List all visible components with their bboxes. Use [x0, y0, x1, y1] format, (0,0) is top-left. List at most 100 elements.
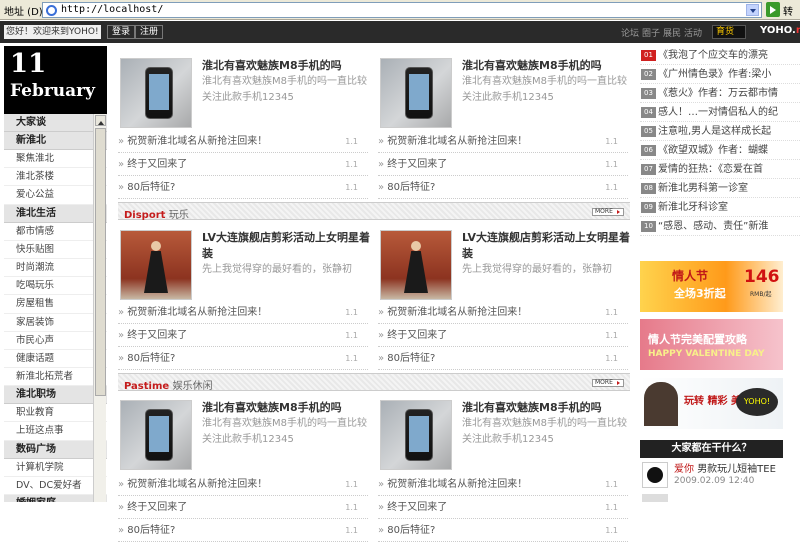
user-avatar[interactable]	[642, 462, 668, 488]
link-text[interactable]: 80后特征?	[127, 353, 175, 364]
nav-item[interactable]: 聚焦淮北	[4, 150, 107, 169]
nav-item[interactable]: 都市情感	[4, 223, 107, 241]
link-text[interactable]: 祝贺新淮北域名从新抢注回来！	[127, 307, 267, 318]
article-title[interactable]: 淮北有喜欢魅族M8手机的吗	[202, 58, 372, 74]
link-item[interactable]: » 祝贺新淮北域名从新抢注回来！ 1.1	[378, 302, 628, 324]
nav-section-header[interactable]: 淮北生活	[4, 204, 107, 223]
dress-thumbnail[interactable]	[380, 230, 452, 300]
phone-thumbnail[interactable]	[120, 58, 192, 128]
nav-item[interactable]: 健康话题	[4, 350, 107, 369]
article-title[interactable]: LV大连旗舰店剪彩活动上女明星着装	[462, 230, 632, 262]
address-dropdown-button[interactable]	[746, 4, 759, 16]
site-logo[interactable]: YOHO.r	[760, 25, 800, 36]
link-text[interactable]: 80后特征?	[387, 525, 435, 536]
rank-title[interactable]: 新淮北男科第一诊室	[658, 183, 748, 194]
link-item[interactable]: » 终于又回来了 1.1	[378, 497, 628, 519]
valentine-sale-banner[interactable]: 情人节 全场3折起 146 RMB/起	[640, 261, 783, 312]
link-item[interactable]: » 终于又回来了 1.1	[378, 325, 628, 347]
link-item[interactable]: » 终于又回来了 1.1	[118, 325, 368, 347]
nav-section-header[interactable]: 大家谈	[4, 114, 107, 132]
nav-item[interactable]: 家居装饰	[4, 314, 107, 332]
rank-title[interactable]: 爱情的狂热：《恋爱在首	[658, 164, 763, 175]
rank-item[interactable]: 05 注意啦,男人是这样成长起	[640, 122, 800, 141]
scroll-thumb[interactable]	[95, 128, 106, 396]
link-item[interactable]: » 80后特征? 1.1	[378, 177, 628, 199]
link-item[interactable]: » 祝贺新淮北域名从新抢注回来！ 1.1	[118, 302, 368, 324]
next-avatar[interactable]	[642, 494, 668, 502]
link-item[interactable]: » 祝贺新淮北域名从新抢注回来！ 1.1	[118, 131, 368, 153]
nav-item[interactable]: 淮北茶楼	[4, 168, 107, 187]
rank-title[interactable]: 《惹火》作者：万云都市情	[658, 88, 778, 99]
link-item[interactable]: » 祝贺新淮北域名从新抢注回来！ 1.1	[378, 131, 628, 153]
sidebar-scrollbar[interactable]	[93, 114, 106, 502]
rank-item[interactable]: 01 《我泡了个应交车的漂亮	[640, 46, 800, 65]
article-title[interactable]: LV大连旗舰店剪彩活动上女明星着装	[202, 230, 372, 262]
rank-item[interactable]: 03 《惹火》作者：万云都市情	[640, 84, 800, 103]
nav-section-header[interactable]: 淮北职场	[4, 386, 107, 405]
register-button[interactable]: 注册	[135, 25, 164, 39]
nav-section-header[interactable]: 数码广场	[4, 440, 107, 459]
link-item[interactable]: » 80后特征? 1.1	[378, 348, 628, 370]
link-item[interactable]: » 祝贺新淮北域名从新抢注回来！ 1.1	[378, 474, 628, 496]
scroll-up-icon[interactable]	[95, 115, 106, 126]
link-text[interactable]: 终于又回来了	[387, 502, 447, 513]
link-text[interactable]: 终于又回来了	[387, 159, 447, 170]
rank-item[interactable]: 04 感人！…一对情侣私人的纪	[640, 103, 800, 122]
nav-section-header[interactable]: 婚姻家庭	[4, 495, 107, 502]
rank-item[interactable]: 10 “感恩、感动、责任”新淮	[640, 217, 800, 236]
phone-thumbnail[interactable]	[380, 400, 452, 470]
rank-item[interactable]: 06 《欲望双城》作者：蝴蝶	[640, 141, 800, 160]
login-button[interactable]: 登录	[107, 25, 136, 39]
link-text[interactable]: 祝贺新淮北域名从新抢注回来！	[387, 307, 527, 318]
rank-title[interactable]: 注意啦,男人是这样成长起	[658, 126, 771, 137]
article-title[interactable]: 淮北有喜欢魅族M8手机的吗	[462, 400, 632, 416]
nav-section-header[interactable]: 新淮北	[4, 132, 107, 150]
nav-item[interactable]: 市民心声	[4, 332, 107, 350]
shop-button[interactable]: 育货	[712, 25, 746, 39]
top-link-people[interactable]: 展民	[663, 29, 681, 39]
rank-item[interactable]: 07 爱情的狂热：《恋爱在首	[640, 160, 800, 179]
nav-item[interactable]: 上班这点事	[4, 422, 107, 441]
link-text[interactable]: 终于又回来了	[127, 159, 187, 170]
link-item[interactable]: » 终于又回来了 1.1	[118, 154, 368, 176]
link-text[interactable]: 80后特征?	[127, 182, 175, 193]
nav-item[interactable]: 计算机学院	[4, 459, 107, 477]
rank-title[interactable]: 《我泡了个应交车的漂亮	[658, 50, 768, 61]
link-text[interactable]: 终于又回来了	[387, 330, 447, 341]
rank-item[interactable]: 08 新淮北男科第一诊室	[640, 179, 800, 198]
top-link-forum[interactable]: 论坛	[621, 29, 639, 39]
article-title[interactable]: 淮北有喜欢魅族M8手机的吗	[462, 58, 632, 74]
activity-item[interactable]: 爱你 男款玩儿短袖TEE 2009.02.09 12:40	[640, 458, 800, 502]
more-button[interactable]: MORE	[592, 208, 624, 216]
top-link-events[interactable]: 活动	[684, 29, 702, 39]
phone-thumbnail[interactable]	[120, 400, 192, 470]
link-text[interactable]: 终于又回来了	[127, 330, 187, 341]
go-arrow-icon[interactable]	[766, 2, 780, 17]
nav-item[interactable]: 爱心公益	[4, 186, 107, 205]
link-text[interactable]: 80后特征?	[387, 353, 435, 364]
article-title[interactable]: 淮北有喜欢魅族M8手机的吗	[202, 400, 372, 416]
url-input[interactable]: http://localhost/	[42, 2, 762, 18]
rank-item[interactable]: 09 新淮北牙科诊室	[640, 198, 800, 217]
rank-item[interactable]: 02 《广州情色录》作者:梁小	[640, 65, 800, 84]
link-text[interactable]: 祝贺新淮北域名从新抢注回来！	[127, 479, 267, 490]
link-text[interactable]: 祝贺新淮北域名从新抢注回来！	[387, 479, 527, 490]
rank-title[interactable]: 感人！…一对情侣私人的纪	[658, 107, 778, 118]
link-text[interactable]: 祝贺新淮北域名从新抢注回来！	[127, 136, 267, 147]
link-item[interactable]: » 终于又回来了 1.1	[118, 497, 368, 519]
rank-title[interactable]: “感恩、感动、责任”新淮	[658, 221, 768, 232]
link-item[interactable]: » 80后特征? 1.1	[118, 177, 368, 199]
nav-item[interactable]: DV、DC爱好者	[4, 477, 107, 495]
link-text[interactable]: 祝贺新淮北域名从新抢注回来！	[387, 136, 527, 147]
nav-item[interactable]: 新淮北拓荒者	[4, 368, 107, 387]
dress-thumbnail[interactable]	[120, 230, 192, 300]
link-item[interactable]: » 80后特征? 1.1	[378, 520, 628, 542]
link-item[interactable]: » 终于又回来了 1.1	[378, 154, 628, 176]
rank-title[interactable]: 新淮北牙科诊室	[658, 202, 728, 213]
link-text[interactable]: 80后特征?	[127, 525, 175, 536]
link-text[interactable]: 80后特征?	[387, 182, 435, 193]
yoho-promo-banner[interactable]: 玩转 精彩 美学 YOHO!	[640, 378, 783, 429]
valentine-guide-banner[interactable]: 情人节完美配置攻略 HAPPY VALENTINE DAY	[640, 319, 783, 370]
link-text[interactable]: 终于又回来了	[127, 502, 187, 513]
rank-title[interactable]: 《欲望双城》作者：蝴蝶	[658, 145, 768, 156]
